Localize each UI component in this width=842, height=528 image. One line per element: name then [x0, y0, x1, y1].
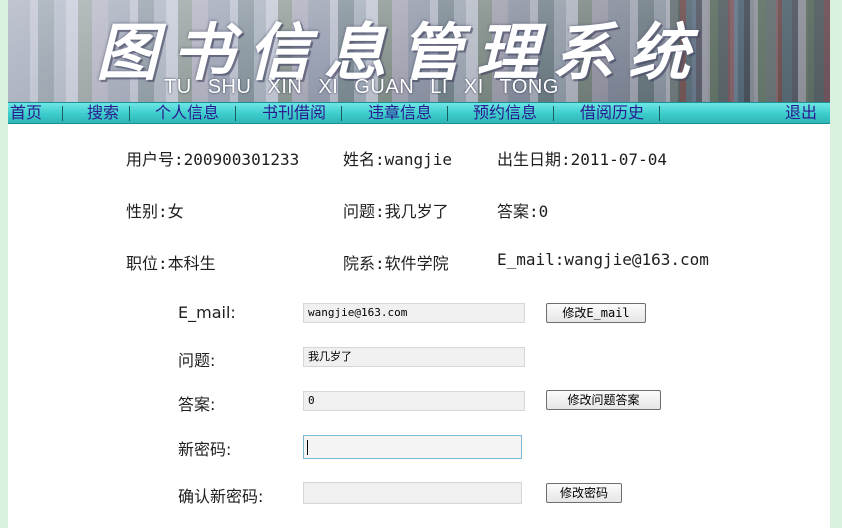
nav-item-borrow[interactable]: 书刊借阅 [262, 103, 326, 123]
email-label: E_mail: [178, 303, 236, 322]
email-input[interactable]: wangjie@163.com [303, 303, 525, 323]
nav-separator [62, 106, 63, 121]
new-password-input[interactable] [303, 435, 522, 459]
nav-item-reservations[interactable]: 预约信息 [473, 103, 537, 123]
new-password-label: 新密码: [178, 440, 232, 459]
name-text: 姓名:wangjie [343, 150, 453, 169]
header-banner: 图书信息管理系统 TU SHU XIN XI GUAN LI XI TONG [8, 0, 830, 102]
answer-input[interactable]: 0 [303, 391, 525, 411]
confirm-password-label: 确认新密码: [178, 487, 264, 506]
banner-subtitle: TU SHU XIN XI GUAN LI XI TONG [164, 76, 559, 98]
answer-label: 答案: [178, 395, 216, 414]
department-text: 院系:软件学院 [343, 254, 449, 273]
nav-item-home[interactable]: 首页 [10, 103, 42, 123]
nav-item-personal-info[interactable]: 个人信息 [155, 103, 219, 123]
gender-text: 性别:女 [126, 202, 184, 221]
nav-bar: 首页 搜索 个人信息 书刊借阅 违章信息 预约信息 借阅历史 退出 [8, 102, 830, 124]
confirm-password-input[interactable] [303, 482, 522, 504]
nav-separator [129, 106, 130, 121]
user-id-text: 用户号:200900301233 [126, 150, 300, 169]
text-caret [307, 440, 308, 455]
change-email-button[interactable]: 修改E_mail [546, 303, 646, 323]
nav-item-search[interactable]: 搜索 [87, 103, 119, 123]
nav-separator [553, 106, 554, 121]
birth-date-text: 出生日期:2011-07-04 [497, 150, 667, 169]
email-text: E_mail:wangjie@163.com [497, 250, 709, 269]
question-text: 问题:我几岁了 [343, 202, 449, 221]
change-answer-button[interactable]: 修改问题答案 [546, 390, 661, 410]
nav-separator [341, 106, 342, 121]
nav-separator [447, 106, 448, 121]
change-password-button[interactable]: 修改密码 [546, 483, 622, 503]
nav-item-borrow-history[interactable]: 借阅历史 [580, 103, 644, 123]
nav-item-logout[interactable]: 退出 [785, 103, 817, 123]
nav-item-violations[interactable]: 违章信息 [368, 103, 432, 123]
nav-separator [659, 106, 660, 121]
question-input[interactable]: 我几岁了 [303, 347, 525, 367]
nav-separator [235, 106, 236, 121]
answer-text: 答案:0 [497, 202, 549, 221]
position-text: 职位:本科生 [126, 254, 216, 273]
question-label: 问题: [178, 351, 216, 370]
page: 图书信息管理系统 TU SHU XIN XI GUAN LI XI TONG 首… [8, 0, 830, 528]
